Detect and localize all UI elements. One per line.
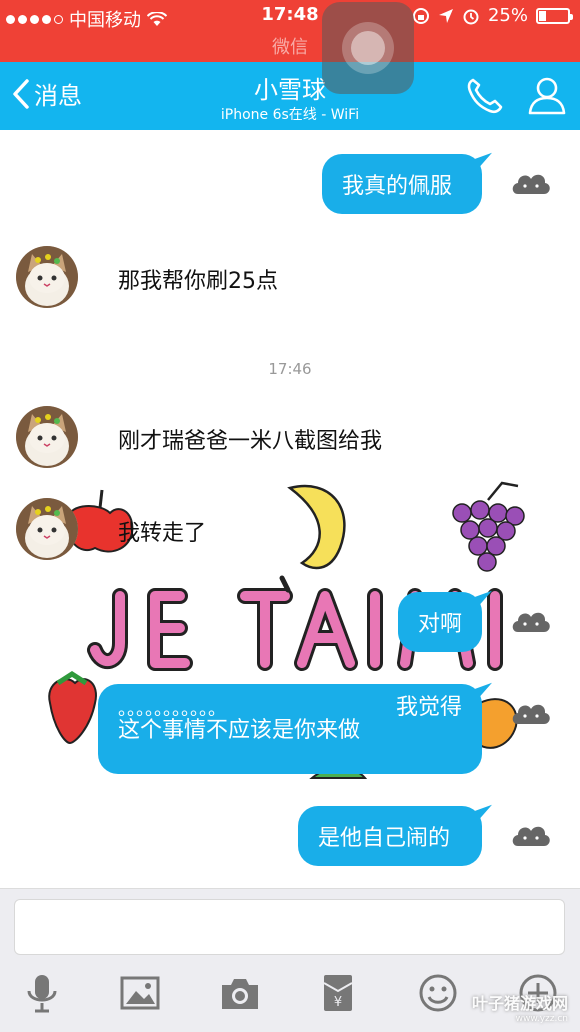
alarm-icon — [463, 9, 479, 24]
cloud-avatar-icon[interactable] — [510, 820, 552, 850]
status-subtitle: 微信 — [272, 37, 308, 58]
svg-text:¥: ¥ — [334, 995, 342, 1010]
battery-icon — [536, 7, 573, 24]
cloud-avatar-icon[interactable] — [510, 698, 552, 728]
message-text: 对啊 — [418, 612, 463, 637]
watermark-text: 叶子猪游戏网 — [471, 994, 568, 1013]
message-bubble-right[interactable]: 我真的佩服 — [322, 154, 482, 214]
cloud-avatar-icon[interactable] — [510, 168, 552, 198]
message-bubble-right[interactable]: 我觉得 。。。。。。。。。。。 这个事情不应该是你来做 — [98, 684, 482, 774]
avatar[interactable] — [16, 246, 78, 308]
location-icon — [438, 8, 453, 23]
camera-icon[interactable] — [218, 971, 262, 1015]
cat-avatar-icon — [16, 246, 78, 308]
avatar[interactable] — [16, 406, 78, 468]
image-icon[interactable] — [118, 971, 162, 1015]
message-text-left[interactable]: 刚才瑞爸爸一米八截图给我 — [118, 423, 382, 455]
cat-avatar-icon — [16, 498, 78, 560]
status-bar: 中国移动 17:48 25% 微信 — [0, 0, 580, 62]
message-list[interactable]: 我真的佩服 那我帮你刷25点 17:46 刚才瑞爸爸一米八截图给我 我转走了 对… — [0, 130, 580, 888]
assistive-touch-button[interactable] — [322, 2, 414, 94]
status-right: 25% — [412, 5, 573, 26]
avatar[interactable] — [16, 498, 78, 560]
message-text-left[interactable]: 那我帮你刷25点 — [118, 263, 278, 295]
message-input[interactable] — [14, 899, 565, 955]
chat-header: 消息 小雪球 iPhone 6s在线 - WiFi — [0, 62, 580, 130]
message-text-left[interactable]: 我转走了 — [118, 515, 206, 547]
timestamp: 17:46 — [268, 360, 312, 378]
message-bubble-right[interactable]: 是他自己闹的 — [298, 806, 482, 866]
input-bar: ¥ 叶子猪游戏网 www.yzz.cn — [0, 888, 580, 1032]
message-text: 这个事情不应该是你来做 — [118, 718, 361, 743]
battery-percent: 25% — [487, 5, 528, 26]
message-bubble-right[interactable]: 对啊 — [398, 592, 482, 652]
lock-rotation-icon — [412, 7, 429, 24]
phone-icon[interactable] — [464, 76, 504, 116]
voice-icon[interactable] — [20, 971, 64, 1015]
user-icon[interactable] — [526, 74, 568, 116]
site-watermark: 叶子猪游戏网 www.yzz.cn — [472, 990, 568, 1024]
cloud-avatar-icon[interactable] — [510, 606, 552, 636]
red-packet-icon[interactable]: ¥ — [316, 971, 360, 1015]
emoji-icon[interactable] — [416, 971, 460, 1015]
cat-avatar-icon — [16, 406, 78, 468]
message-text: 我真的佩服 — [342, 174, 453, 199]
watermark-url: www.yzz.cn — [515, 1014, 568, 1024]
message-text: 是他自己闹的 — [318, 826, 451, 851]
